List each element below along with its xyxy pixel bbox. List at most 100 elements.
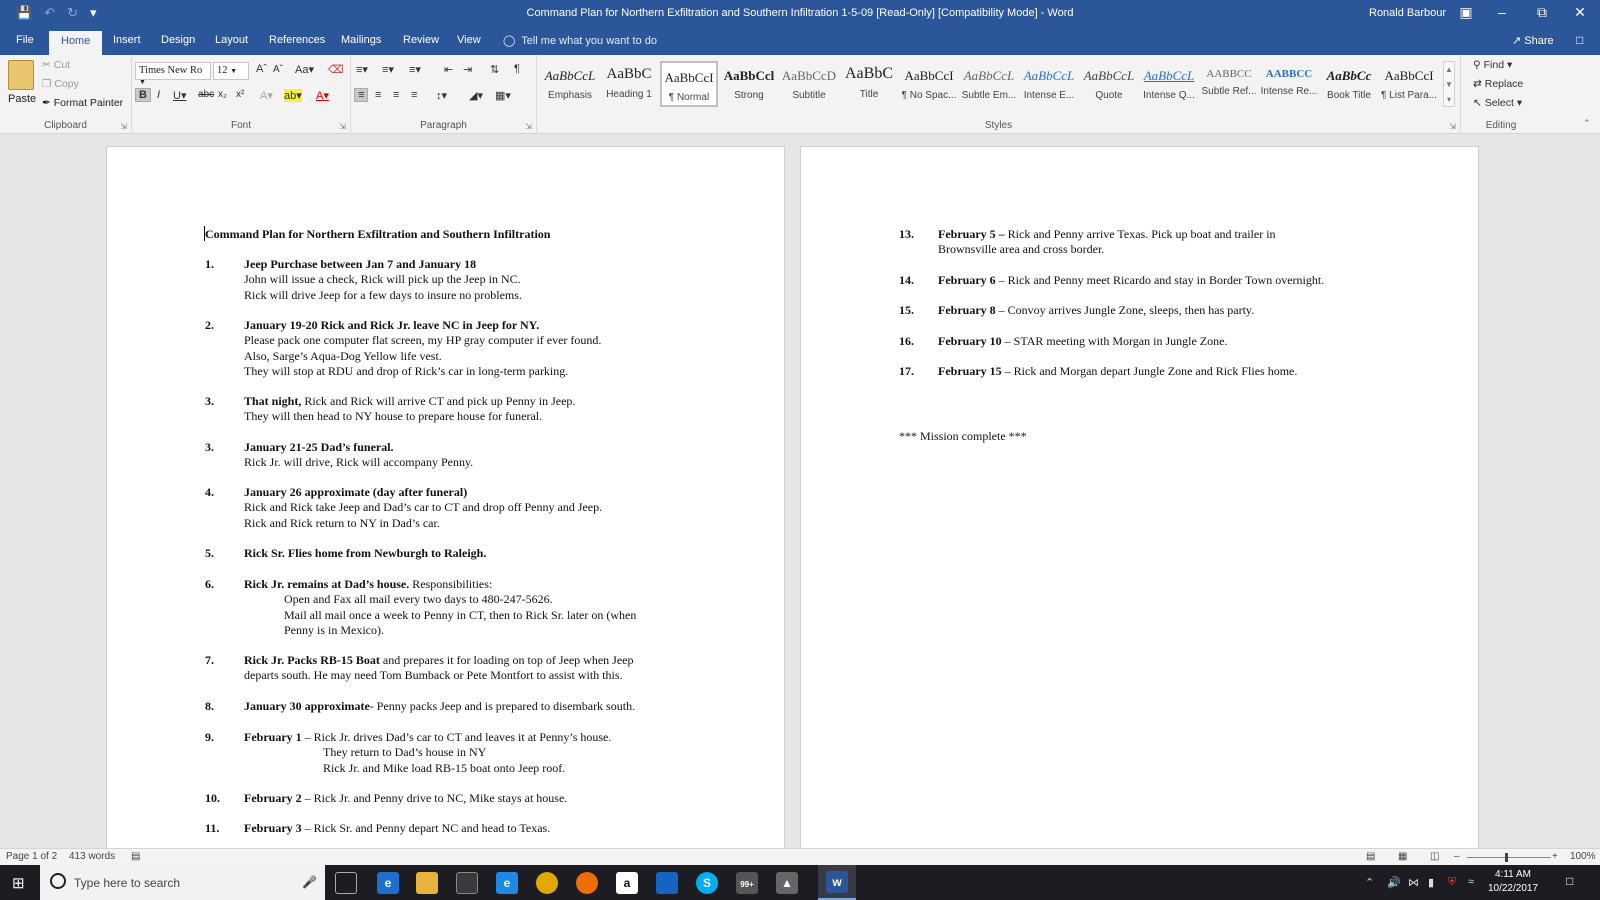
read-mode-icon[interactable]: ▤ — [1366, 851, 1375, 862]
styles-launcher-icon[interactable]: ⇲ — [1449, 122, 1456, 131]
tab-references[interactable]: References — [269, 34, 325, 46]
copy-button[interactable]: ❐ Copy — [42, 78, 79, 90]
minimize-icon[interactable]: – — [1492, 4, 1512, 20]
photos-icon[interactable]: ▲ — [776, 872, 798, 894]
zoom-out-icon[interactable]: – — [1454, 851, 1460, 862]
subscript-button[interactable]: x₂ — [218, 89, 227, 100]
task-view-icon[interactable] — [335, 872, 357, 894]
tell-me-box[interactable]: ◯ Tell me what you want to do — [503, 34, 657, 47]
taskbar-search[interactable]: Type here to search 🎤 — [40, 865, 325, 900]
style-subtitle[interactable]: AaBbCcD Subtitle — [780, 61, 838, 107]
decrease-indent-icon[interactable]: ⇤ — [444, 63, 453, 76]
underline-button[interactable]: U▾ — [173, 89, 186, 102]
font-launcher-icon[interactable]: ⇲ — [339, 122, 346, 131]
print-layout-icon[interactable]: ▦ — [1398, 851, 1407, 862]
increase-indent-icon[interactable]: ⇥ — [463, 63, 472, 76]
tab-review[interactable]: Review — [403, 34, 439, 46]
store-icon[interactable] — [456, 872, 478, 894]
style-intense-reference[interactable]: AABBCC Intense Re... — [1260, 61, 1318, 107]
borders-icon[interactable]: ▦▾ — [495, 89, 511, 102]
numbering-icon[interactable]: ≡▾ — [382, 63, 394, 76]
style-intense-emphasis[interactable]: AaBbCcL Intense E... — [1020, 61, 1078, 107]
paste-button[interactable]: Paste — [8, 93, 36, 105]
file-explorer-icon[interactable] — [416, 872, 438, 894]
sort-icon[interactable]: ⇅ — [490, 63, 499, 76]
change-case-icon[interactable]: Aa▾ — [295, 63, 314, 76]
web-layout-icon[interactable]: ◫ — [1430, 851, 1439, 862]
superscript-button[interactable]: x² — [236, 89, 244, 100]
tab-home[interactable]: Home — [49, 31, 103, 55]
style-subtle-reference[interactable]: AABBCC Subtle Ref... — [1200, 61, 1258, 107]
windows-start-icon[interactable]: ⊞ — [12, 874, 25, 892]
tray-overflow-icon[interactable]: ⌃ — [1365, 876, 1374, 889]
text-effects-icon[interactable]: A▾ — [260, 89, 273, 102]
align-left-icon[interactable]: ≡ — [354, 88, 369, 102]
tab-mailings[interactable]: Mailings — [341, 34, 381, 46]
action-center-icon[interactable]: □ — [1566, 874, 1573, 888]
style-subtle-emphasis[interactable]: AaBbCcL Subtle Em... — [960, 61, 1018, 107]
style-normal[interactable]: AaBbCcI ¶ Normal — [660, 61, 718, 107]
pilcrow-icon[interactable]: ¶ — [514, 63, 520, 75]
page-count[interactable]: Page 1 of 2 — [6, 851, 57, 862]
align-right-icon[interactable]: ≡ — [393, 89, 399, 101]
word-taskbar-button[interactable]: w — [818, 865, 856, 900]
zoom-slider-thumb[interactable] — [1505, 853, 1508, 862]
format-painter-button[interactable]: ✒ Format Painter — [42, 97, 123, 109]
font-name-select[interactable]: Times New Ro ▼ — [135, 62, 211, 86]
page-2[interactable]: 13. February 5 – Rick and Penny arrive T… — [800, 146, 1479, 848]
wifi-icon[interactable]: ≈ — [1468, 876, 1474, 888]
edge-icon[interactable]: e — [377, 872, 399, 894]
style-intense-quote[interactable]: AaBbCcL Intense Q... — [1140, 61, 1198, 107]
grow-font-icon[interactable]: Aˆ — [256, 63, 267, 75]
replace-button[interactable]: ⇄ Replace — [1473, 78, 1523, 90]
restore-icon[interactable]: ⧉ — [1532, 4, 1552, 21]
system-clock[interactable]: 4:11 AM 10/22/2017 — [1483, 868, 1543, 896]
style-no-spacing[interactable]: AaBbCcI ¶ No Spac... — [900, 61, 958, 107]
tab-design[interactable]: Design — [161, 34, 195, 46]
shading-icon[interactable]: ◢▾ — [469, 89, 483, 102]
find-button[interactable]: ⚲ Find ▾ — [1473, 59, 1512, 71]
close-icon[interactable]: ✕ — [1570, 4, 1590, 21]
word-count[interactable]: 413 words — [69, 851, 115, 862]
font-color-icon[interactable]: A▾ — [316, 89, 329, 102]
style-book-title[interactable]: AaBbCc Book Title — [1320, 61, 1378, 107]
zoom-in-icon[interactable]: + — [1552, 851, 1558, 862]
multilevel-list-icon[interactable]: ≡▾ — [409, 63, 421, 76]
volume-icon[interactable]: 🔊 — [1387, 876, 1401, 889]
highlight-icon[interactable]: ab▾ — [284, 89, 302, 102]
style-emphasis[interactable]: AaBbCcL Emphasis — [541, 61, 599, 107]
line-spacing-icon[interactable]: ↕▾ — [436, 89, 447, 102]
bullets-icon[interactable]: ≡▾ — [356, 63, 368, 76]
skype-icon[interactable]: S — [696, 872, 718, 894]
microphone-icon[interactable]: 🎤 — [302, 875, 317, 889]
tab-file[interactable]: File — [16, 34, 34, 46]
select-button[interactable]: ↖ Select ▾ — [1473, 97, 1522, 109]
ribbon-display-options-icon[interactable]: ▣ — [1456, 4, 1476, 21]
style-quote[interactable]: AaBbCcL Quote — [1080, 61, 1138, 107]
justify-icon[interactable]: ≡ — [411, 89, 417, 101]
style-title[interactable]: AaBbC Title — [840, 61, 898, 107]
paste-icon[interactable] — [8, 60, 34, 90]
styles-gallery-scroll[interactable]: ▲ ▼ ▾ — [1443, 61, 1455, 107]
tab-insert[interactable]: Insert — [113, 34, 141, 46]
amazon-icon[interactable]: a — [616, 872, 638, 894]
chrome-icon[interactable] — [536, 872, 558, 894]
firefox-icon[interactable] — [576, 872, 598, 894]
cut-button[interactable]: ✂ Cut — [42, 59, 70, 71]
page-1[interactable]: Command Plan for Northern Exfiltration a… — [106, 146, 785, 848]
proofing-icon[interactable]: ▤ — [131, 851, 140, 862]
shrink-font-icon[interactable]: Aˇ — [273, 64, 283, 75]
user-name[interactable]: Ronald Barbour — [1369, 7, 1446, 19]
tab-layout[interactable]: Layout — [215, 34, 248, 46]
internet-explorer-icon[interactable]: e — [496, 872, 518, 894]
bluetooth-icon[interactable]: ⋈ — [1408, 876, 1419, 889]
bold-button[interactable]: B — [135, 88, 151, 102]
italic-button[interactable]: I — [157, 89, 160, 101]
zoom-level[interactable]: 100% — [1570, 851, 1596, 862]
font-size-select[interactable]: 12 ▼ — [213, 62, 249, 80]
style-list-paragraph[interactable]: AaBbCcI ¶ List Para... — [1380, 61, 1438, 107]
style-heading-1[interactable]: AaBbC Heading 1 — [600, 61, 658, 107]
kindle-icon[interactable] — [656, 872, 678, 894]
zoom-slider[interactable] — [1467, 857, 1551, 858]
comments-icon[interactable]: □ — [1576, 33, 1583, 47]
